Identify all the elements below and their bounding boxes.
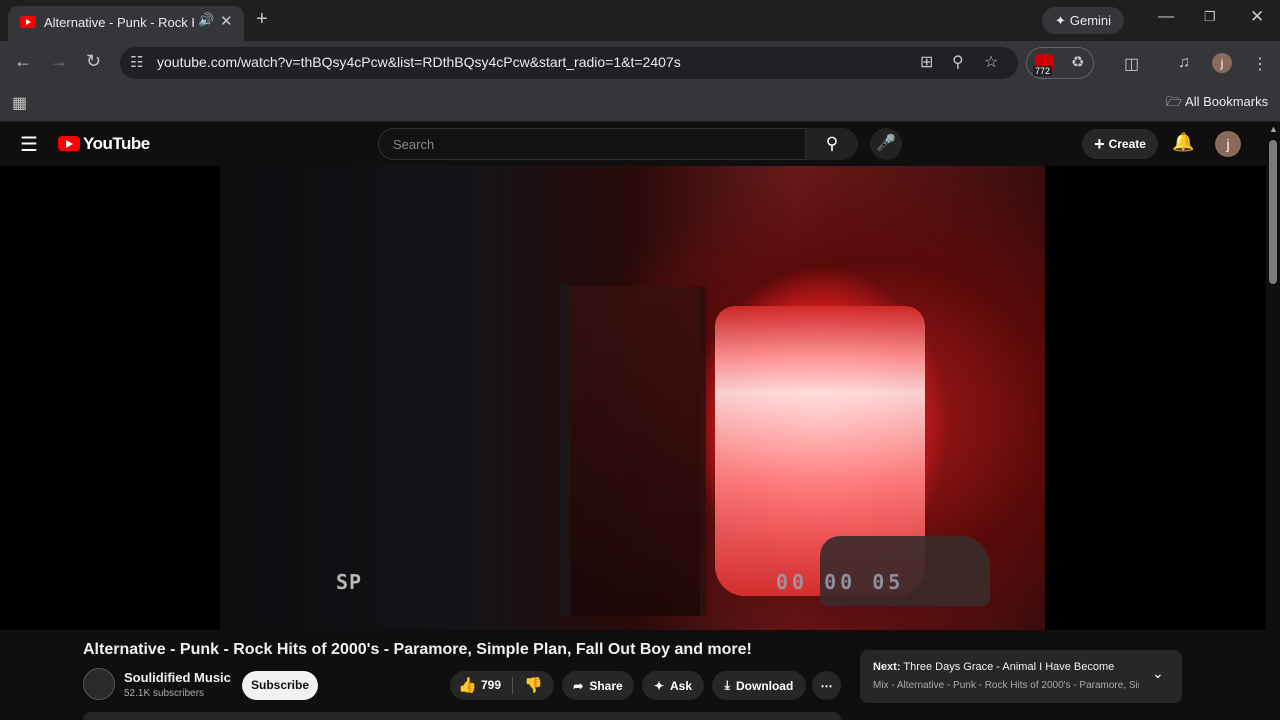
scroll-up-arrow-icon[interactable]: ▲ [1269,124,1278,134]
bookmarks-bar: ▦ 🗁 All Bookmarks [0,85,1280,122]
sparkle-icon: ✦ [653,678,665,693]
extension-badge-count: 772 [1033,66,1053,76]
search-input[interactable] [391,136,795,153]
install-app-icon[interactable]: ⊞ [920,52,933,72]
vhs-overlay-left: SP [336,570,363,594]
search-box [378,128,806,160]
next-title: Three Days Grace - Animal I Have Become [903,661,1115,673]
ask-button[interactable]: ✦ Ask [642,671,704,700]
share-button[interactable]: ➦ Share [562,671,634,700]
next-line: Next: Three Days Grace - Animal I Have B… [873,661,1114,673]
like-dislike-group: 👍 799 👎 [450,671,554,700]
youtube-header: ☰ YouTube ⚲ 🎤 + Create 🔔 j [0,122,1266,166]
sparkle-icon: ✦ [1054,12,1066,28]
site-info-icon[interactable]: ☷ [130,53,143,71]
youtube-account-avatar[interactable]: j [1215,131,1241,157]
search-button[interactable]: ⚲ [806,128,858,160]
new-tab-icon[interactable]: + [256,8,268,31]
tab-strip: Alternative - Punk - Rock Hits of 2000's… [0,0,1280,41]
vhs-overlay-counter: 00 00 05 [776,570,905,594]
subscriber-count: 52.1K subscribers [124,688,205,699]
create-button[interactable]: + Create [1082,129,1158,159]
page-scrollbar[interactable]: ▲ [1266,122,1280,720]
url-text[interactable]: youtube.com/watch?v=thBQsy4cPcw&list=RDt… [157,54,681,70]
active-tab[interactable]: Alternative - Punk - Rock Hits of 2000's… [8,6,244,41]
next-up-panel[interactable]: Next: Three Days Grace - Animal I Have B… [860,650,1182,703]
next-mix-title: Mix - Alternative - Punk - Rock Hits of … [873,680,1139,691]
channel-name[interactable]: Soulidified Music [124,670,231,685]
plus-icon: + [1094,133,1105,154]
minimize-icon[interactable]: — [1158,8,1174,26]
back-arrow-icon[interactable]: ← [14,51,32,72]
tab-title: Alternative - Punk - Rock Hits of 2000's… [44,15,194,30]
ask-label: Ask [670,678,693,693]
thumbs-down-icon[interactable]: 👎 [524,676,543,694]
window-close-icon[interactable]: ✕ [1250,7,1264,27]
download-button[interactable]: ⤓ Download [712,671,806,700]
video-frame[interactable]: SP 00 00 05 [220,166,1045,630]
zoom-icon[interactable]: ⚲ [952,52,964,72]
video-player[interactable]: SP 00 00 05 [0,166,1266,630]
gemini-button[interactable]: ✦ Gemini [1042,7,1124,34]
chrome-profile-avatar[interactable]: j [1212,53,1232,73]
forward-arrow-icon[interactable]: → [50,51,68,72]
gemini-label: Gemini [1069,13,1112,28]
youtube-logo-text[interactable]: YouTube [83,134,150,154]
voice-search-button[interactable]: 🎤 [870,128,902,160]
share-label: Share [589,678,623,693]
all-bookmarks-button[interactable]: 🗁 All Bookmarks [1166,93,1268,115]
reload-icon[interactable]: ↻ [86,51,101,72]
puzzle-icon[interactable]: ♻ [1071,53,1084,71]
more-actions-button[interactable]: ⋯ [812,671,841,700]
share-arrow-icon: ➦ [573,678,584,693]
hamburger-menu-icon[interactable]: ☰ [20,132,38,157]
thumbs-up-icon[interactable]: 👍 [458,676,477,694]
download-icon: ⤓ [724,678,730,692]
microphone-icon: 🎤 [876,135,896,152]
bookmark-star-icon[interactable]: ☆ [984,52,998,72]
media-controls-icon[interactable]: ♫ [1178,54,1190,72]
description-box[interactable] [83,712,841,720]
youtube-favicon-icon [20,16,36,28]
video-shelf-shape [560,286,706,616]
search-icon: ⚲ [825,134,839,153]
extensions-group: 772 ♻ [1026,47,1094,79]
speaker-icon[interactable]: 🔊 [198,12,214,28]
side-panel-icon[interactable]: ◫ [1124,54,1139,74]
address-bar[interactable]: ☷ youtube.com/watch?v=thBQsy4cPcw&list=R… [120,47,1018,79]
youtube-logo-icon[interactable] [58,136,80,151]
close-tab-icon[interactable]: ✕ [220,12,233,30]
chrome-menu-icon[interactable]: ⋮ [1252,54,1268,74]
download-label: Download [735,678,794,693]
apps-grid-icon[interactable]: ▦ [12,93,27,113]
next-label: Next: [873,661,901,673]
create-label: Create [1108,137,1146,151]
chevron-down-icon[interactable]: ⌄ [1152,665,1164,682]
more-horizontal-icon: ⋯ [820,678,833,693]
like-count[interactable]: 799 [481,678,501,692]
restore-icon[interactable]: ❐ [1204,9,1216,25]
notifications-bell-icon[interactable]: 🔔 [1172,132,1194,153]
scroll-thumb[interactable] [1269,140,1277,284]
video-title: Alternative - Punk - Rock Hits of 2000's… [83,641,752,658]
subscribe-button[interactable]: Subscribe [242,671,318,700]
folder-icon: 🗁 [1166,94,1183,109]
all-bookmarks-label: All Bookmarks [1185,94,1269,109]
divider [512,677,513,694]
channel-avatar[interactable] [83,668,115,700]
